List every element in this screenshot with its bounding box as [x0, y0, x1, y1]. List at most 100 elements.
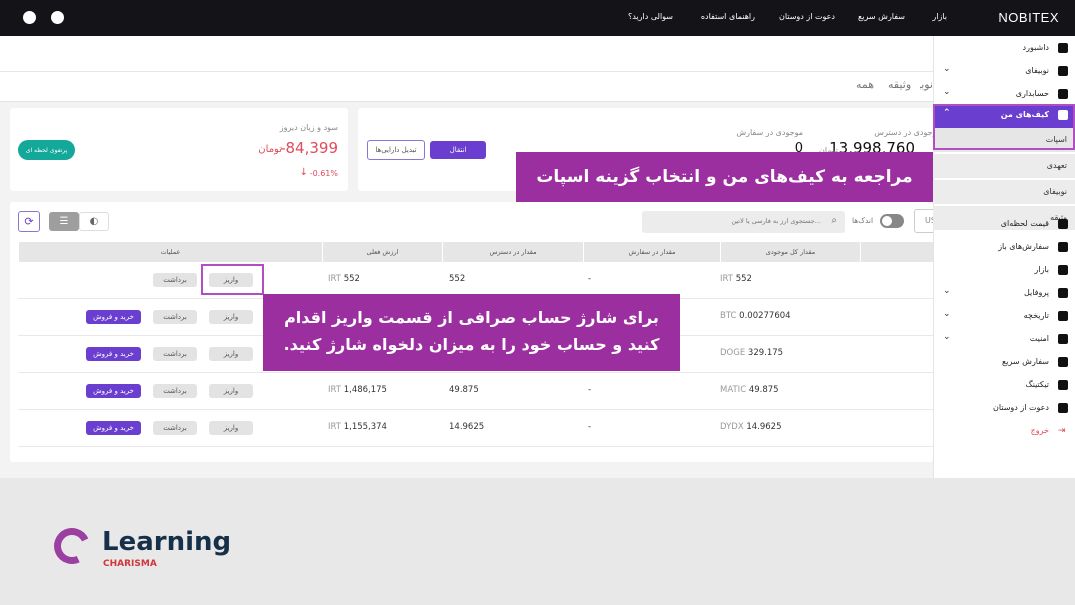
sidebar-subitem-1[interactable]: تعهدی — [933, 154, 1075, 178]
deposit-button[interactable]: واریز — [209, 310, 253, 324]
nav-guide[interactable]: راهنمای استفاده — [701, 12, 755, 21]
sidebar-item2-2-icon — [1058, 265, 1068, 275]
convert-assets-button[interactable]: تبدیل دارایی‌ها — [367, 140, 425, 160]
search-input[interactable]: جستجوی ارز به فارسی یا لاتین... ⌕ — [642, 211, 845, 233]
sidebar-subitem-2[interactable]: نوبیفای — [933, 180, 1075, 204]
wallet-tabs: همه وثیقه نوبیفای — [0, 36, 933, 102]
trade-button[interactable]: خرید و فروش — [86, 347, 141, 361]
col-total: مقدار کل موجودی — [720, 242, 860, 262]
chevron-down-icon[interactable]: ⌄ — [943, 87, 951, 97]
pie-view-icon[interactable]: ◐ — [79, 212, 109, 231]
pnl-card: سود و زیان دیروز -84,399 تومان -0.61% ↓ … — [10, 108, 348, 191]
current-value: IRT 1,155,374 — [328, 422, 387, 432]
withdraw-button[interactable]: برداشت — [153, 310, 197, 324]
search-icon: ⌕ — [831, 215, 837, 226]
sidebar-item2-4[interactable]: تاریخچه ⌄ — [933, 306, 1075, 328]
sidebar-item-0[interactable]: داشبورد — [933, 38, 1075, 60]
watermark-sub: CHARISMA — [103, 559, 157, 569]
logout-icon: ⇥ — [1058, 426, 1066, 436]
tab-all[interactable]: همه — [856, 78, 874, 91]
current-value: IRT 1,486,175 — [328, 385, 387, 395]
nav-market[interactable]: بازار — [932, 12, 947, 21]
nobitex-logo[interactable]: NOBITEX — [998, 10, 1059, 25]
total-balance: IRT 552 — [720, 274, 752, 284]
sidebar-item2-4-icon — [1058, 311, 1068, 321]
sidebar-item2-7[interactable]: تیکتینگ — [933, 375, 1075, 397]
watermark-area: Learning CHARISMA — [0, 478, 1075, 605]
total-balance: DYDX 14.9625 — [720, 422, 782, 432]
sidebar-item2-3-icon — [1058, 288, 1068, 298]
sidebar-item2-7-icon — [1058, 380, 1068, 390]
sidebar-highlight — [933, 104, 1075, 150]
deposit-button[interactable]: واریز — [209, 384, 253, 398]
tab-nobifi[interactable]: نوبیفای — [920, 78, 933, 91]
sidebar-item-2[interactable]: حسابداری ⌄ — [933, 84, 1075, 106]
current-value: IRT 552 — [328, 274, 360, 284]
tab-collateral[interactable]: وثیقه — [888, 78, 911, 91]
sidebar-item-1[interactable]: نوبیفای ⌄ — [933, 61, 1075, 83]
withdraw-button[interactable]: برداشت — [153, 347, 197, 361]
nav-questions[interactable]: سوالی دارید؟ — [628, 12, 673, 21]
pnl-percent: -0.61% — [309, 169, 338, 178]
deposit-highlight — [201, 264, 264, 295]
transfer-button[interactable]: انتقال — [430, 141, 486, 159]
logout-button[interactable]: ⇥ خروج — [933, 421, 1075, 443]
sidebar: داشبورد نوبیفای ⌄ حسابداری ⌄ کیف‌های من ⌃ اسپات… — [933, 36, 1075, 478]
in-order: - — [588, 385, 592, 395]
pnl-value: -84,399 — [280, 139, 338, 157]
sidebar-item2-0[interactable]: قیمت لحظه‌ای — [933, 214, 1075, 236]
withdraw-button[interactable]: برداشت — [153, 384, 197, 398]
list-view-icon[interactable]: ☰ — [49, 212, 79, 231]
top-navbar: NOBITEX بازار سفارش سریع دعوت از دوستان … — [0, 0, 1075, 36]
sidebar-item2-6-icon — [1058, 357, 1068, 367]
sidebar-item2-8-icon — [1058, 403, 1068, 413]
instruction-overlay-deposit: برای شارژ حساب صرافی از قسمت واریز اقدام… — [263, 294, 680, 371]
chevron-down-icon[interactable]: ⌄ — [943, 332, 951, 342]
col-available: مقدار در دسترس — [442, 242, 583, 262]
portfolio-button[interactable]: پرتفوی لحظه ای — [18, 140, 75, 160]
arrow-down-icon: ↓ — [299, 167, 308, 178]
col-in-order: مقدار در سفارش — [583, 242, 720, 262]
deposit-button[interactable]: واریز — [209, 347, 253, 361]
in-order: - — [588, 422, 592, 432]
sidebar-item-0-icon — [1058, 43, 1068, 53]
trade-button[interactable]: خرید و فروش — [86, 310, 141, 324]
nav-quick-order[interactable]: سفارش سریع — [858, 12, 905, 21]
small-balances-toggle[interactable] — [880, 214, 904, 228]
table-row: DYDX 14.9625 - 14.9625 IRT 1,155,374 واریز بر… — [18, 410, 933, 447]
learning-charisma-logo-icon — [48, 522, 96, 570]
sidebar-item2-5-icon — [1058, 334, 1068, 344]
total-balance: DOGE 329.175 — [720, 348, 784, 358]
chevron-down-icon[interactable]: ⌄ — [943, 309, 951, 319]
withdraw-button[interactable]: برداشت — [153, 421, 197, 435]
sidebar-item2-0-icon — [1058, 219, 1068, 229]
deposit-button[interactable]: واریز — [209, 421, 253, 435]
sidebar-item2-2[interactable]: بازار — [933, 260, 1075, 282]
table-row: MATIC 49.875 - 49.875 IRT 1,486,175 واریز برد… — [18, 373, 933, 410]
total-balance: MATIC 49.875 — [720, 385, 779, 395]
col-operations: عملیات — [18, 242, 322, 262]
sidebar-item2-1-icon — [1058, 242, 1068, 252]
trade-button[interactable]: خرید و فروش — [86, 421, 141, 435]
chevron-down-icon[interactable]: ⌄ — [943, 286, 951, 296]
sidebar-item2-5[interactable]: امنیت ⌄ — [933, 329, 1075, 351]
total-balance: BTC 0.00277604 — [720, 311, 791, 321]
watermark-brand: Learning — [102, 527, 232, 557]
col-coin — [860, 242, 933, 262]
in-order: - — [588, 274, 592, 284]
available: 552 — [449, 274, 466, 284]
refresh-icon[interactable]: ⟳ — [18, 211, 40, 232]
col-value: ارزش فعلی — [322, 242, 442, 262]
available: 14.9625 — [449, 422, 485, 432]
sidebar-item2-1[interactable]: سفارش‌های باز — [933, 237, 1075, 259]
profile-icon[interactable] — [23, 11, 36, 24]
trade-button[interactable]: خرید و فروش — [86, 384, 141, 398]
sidebar-item-1-icon — [1058, 66, 1068, 76]
sidebar-item2-6[interactable]: سفارش سریع — [933, 352, 1075, 374]
sidebar-item2-8[interactable]: دعوت از دوستان — [933, 398, 1075, 420]
chevron-down-icon[interactable]: ⌄ — [943, 64, 951, 74]
nav-invite[interactable]: دعوت از دوستان — [779, 12, 835, 21]
sidebar-item2-3[interactable]: پروفایل ⌄ — [933, 283, 1075, 305]
withdraw-button[interactable]: برداشت — [153, 273, 197, 287]
theme-icon[interactable] — [51, 11, 64, 24]
